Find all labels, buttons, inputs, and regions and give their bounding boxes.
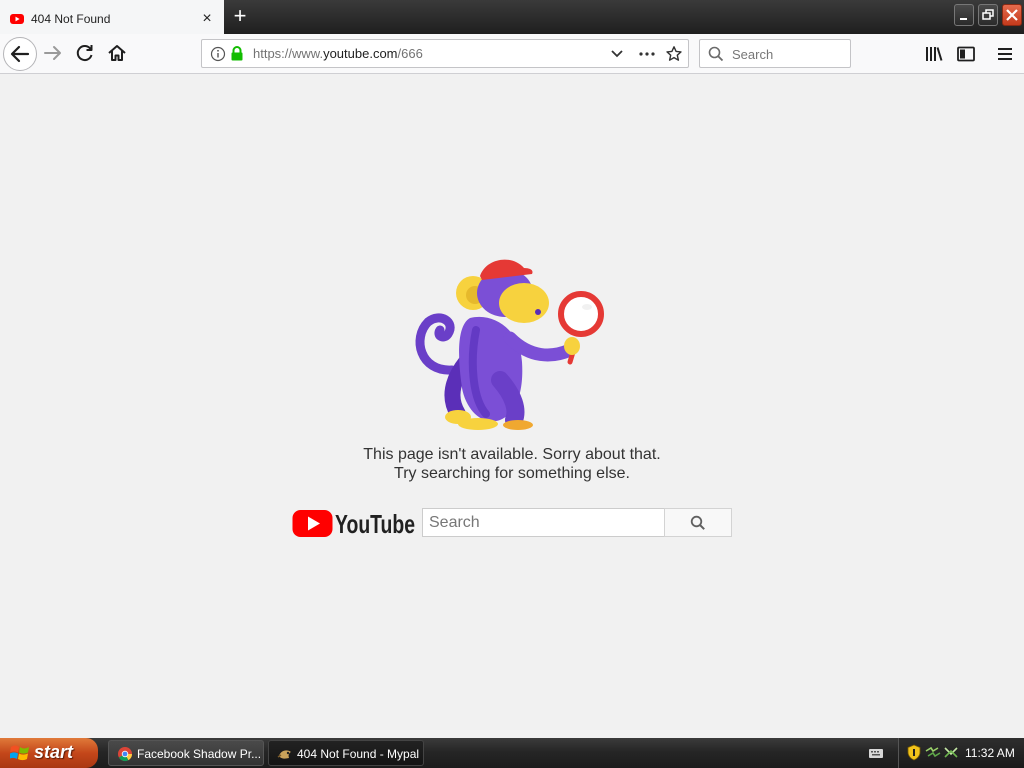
tab-strip: 404 Not Found × +	[0, 0, 1024, 34]
browser-search-box[interactable]	[699, 39, 851, 68]
youtube-search-input[interactable]	[422, 508, 665, 537]
youtube-favicon-icon	[10, 14, 24, 24]
youtube-search-button[interactable]	[664, 508, 732, 537]
back-button[interactable]	[3, 37, 37, 71]
window-close-button[interactable]	[1002, 4, 1022, 26]
new-tab-button[interactable]: +	[229, 5, 251, 28]
start-button[interactable]: start	[0, 738, 98, 768]
taskbar: start Facebook Shadow Pr... 404 Not Foun…	[0, 738, 1024, 768]
start-label: start	[34, 742, 74, 762]
clock[interactable]: 11:32 AM	[965, 746, 1015, 760]
monkey-illustration	[415, 259, 604, 430]
url-bar[interactable]: https://www.youtube.com/666	[201, 39, 689, 68]
chrome-icon	[118, 747, 133, 762]
tab-close-icon[interactable]: ×	[198, 10, 216, 28]
reload-icon	[76, 45, 93, 62]
close-icon	[1006, 9, 1018, 21]
taskbar-item-facebook[interactable]: Facebook Shadow Pr...	[108, 740, 264, 766]
windows-flag-icon	[10, 745, 29, 761]
browser-search-input[interactable]	[730, 43, 844, 65]
reload-button[interactable]	[70, 38, 100, 68]
search-icon	[690, 515, 705, 530]
tab-title: 404 Not Found	[31, 12, 111, 26]
error-message-line2: Try searching for something else.	[394, 465, 630, 482]
search-icon	[708, 46, 724, 62]
error-message-line1: This page isn't available. Sorry about t…	[363, 446, 661, 463]
sidebar-icon[interactable]	[956, 45, 976, 63]
secure-lock-icon[interactable]	[230, 45, 244, 62]
task-label: 404 Not Found - Mypal	[297, 747, 420, 761]
restore-icon	[982, 9, 994, 20]
library-icon[interactable]	[924, 45, 944, 63]
network-icon[interactable]	[925, 745, 941, 760]
chevron-down-icon[interactable]	[610, 48, 624, 60]
page-content: This page isn't available. Sorry about t…	[0, 74, 1024, 738]
restore-button[interactable]	[978, 4, 998, 26]
back-arrow-icon	[10, 45, 30, 63]
info-icon[interactable]	[210, 46, 226, 62]
mypal-icon	[277, 750, 291, 759]
forward-arrow-icon	[44, 46, 61, 60]
url-text[interactable]: https://www.youtube.com/666	[253, 46, 423, 61]
shield-icon[interactable]	[907, 744, 921, 761]
keyboard-icon[interactable]	[868, 747, 884, 760]
page-actions-icon[interactable]	[638, 48, 656, 60]
tab-404-not-found[interactable]: 404 Not Found ×	[0, 0, 224, 34]
network-icon[interactable]	[943, 745, 959, 760]
system-tray: 11:32 AM	[898, 738, 1024, 768]
youtube-logo-text: YouTube	[335, 509, 415, 538]
task-label: Facebook Shadow Pr...	[137, 747, 262, 761]
minimize-icon	[960, 18, 967, 20]
youtube-logo[interactable]: YouTube	[292, 508, 416, 538]
taskbar-item-404-not-found[interactable]: 404 Not Found - Mypal	[268, 740, 424, 766]
bookmark-star-icon[interactable]	[665, 45, 683, 63]
minimize-button[interactable]	[954, 4, 974, 26]
navigation-toolbar: https://www.youtube.com/666	[0, 34, 1024, 74]
home-button[interactable]	[102, 38, 132, 68]
home-icon	[108, 45, 126, 61]
hamburger-menu-icon[interactable]	[996, 45, 1014, 63]
forward-button[interactable]	[38, 38, 68, 68]
